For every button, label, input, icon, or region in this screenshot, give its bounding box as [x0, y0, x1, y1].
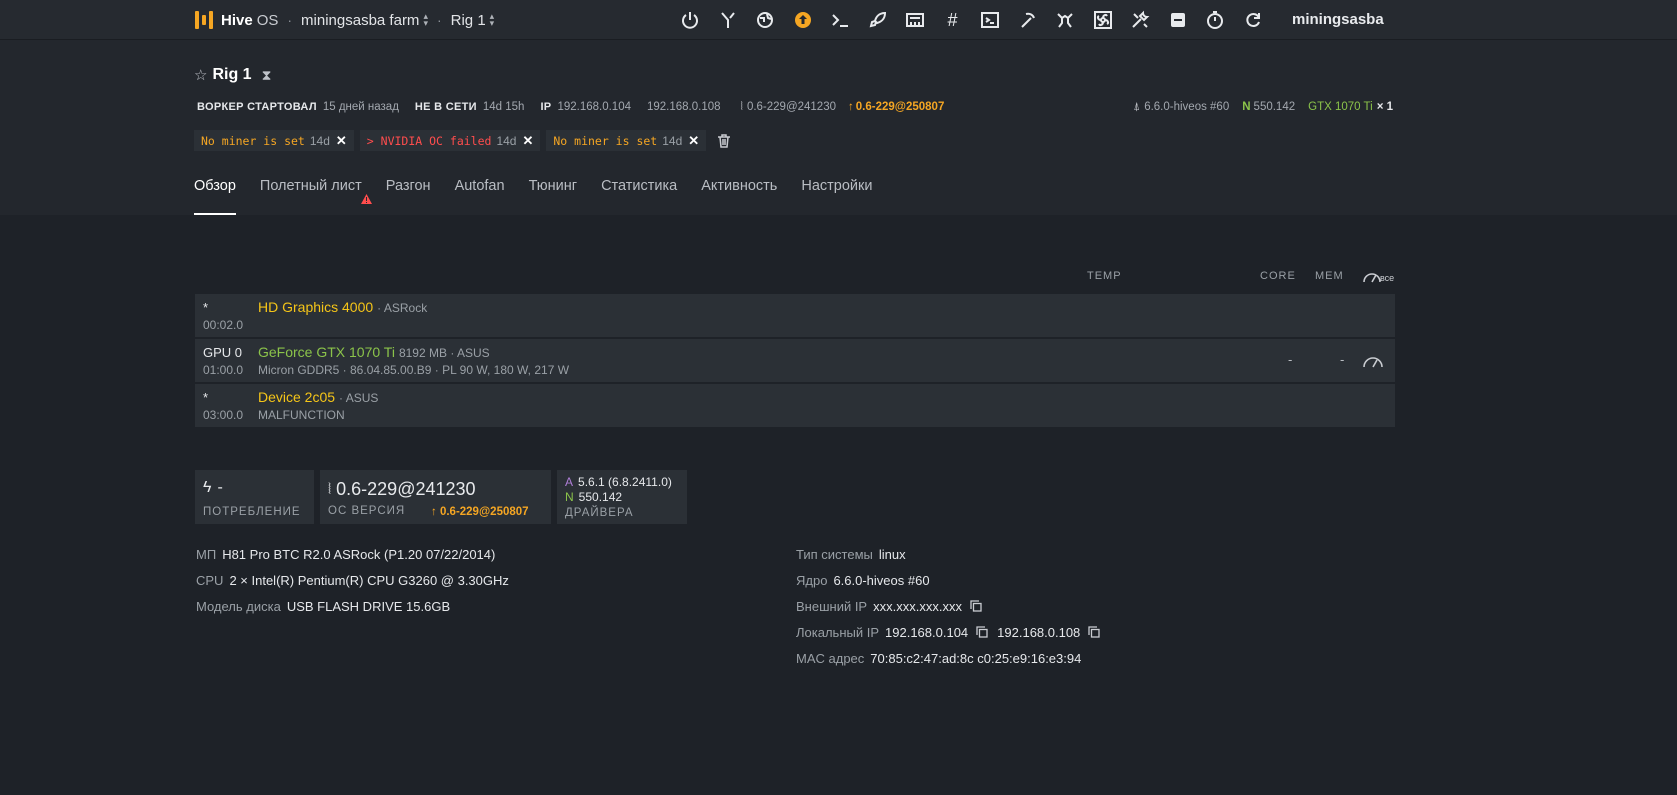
tab-bar: Обзор Полетный лист Разгон Autofan Тюнин… [194, 178, 896, 215]
worker-started-value: 15 дней назад [322, 101, 399, 113]
table-row[interactable]: * 03:00.0 Device 2c05 · ASUS MALFUNCTION [195, 384, 1395, 427]
version-icon: ⦚ [328, 481, 332, 498]
system-info: Тип системы linux Ядро 6.6.0-hiveos #60 Вн… [796, 541, 1100, 671]
version-update-link[interactable]: 0.6-229@250807 [856, 101, 945, 113]
close-icon[interactable]: ✕ [688, 133, 699, 149]
info-line: MAC адрес 70:85:c2:47:ad:8c c0:25:e9:16:e… [796, 650, 1082, 666]
version-icon: ⦚ [740, 101, 743, 113]
trash-icon[interactable] [716, 133, 732, 149]
disable-icon[interactable] [1166, 8, 1190, 32]
kernel-value: 6.6.0-hiveos #60 [1144, 101, 1230, 113]
ip-label: IP [540, 101, 552, 113]
rig-selector[interactable]: Rig 1 ▴ ▾ [451, 12, 495, 29]
offline-value: 14d 15h [482, 101, 525, 113]
overclock-all-label[interactable]: все [1380, 273, 1394, 283]
close-icon[interactable]: ✕ [336, 133, 347, 149]
updown-icon: ▴ ▾ [489, 11, 495, 28]
table-row[interactable]: * 00:02.0 HD Graphics 4000 · ASRock [195, 294, 1395, 337]
ip-value-1: 192.168.0.104 [557, 101, 631, 113]
info-line: Ядро 6.6.0-hiveos #60 [796, 572, 930, 588]
core-value: - [1288, 352, 1293, 367]
tab-statistics[interactable]: Статистика [601, 178, 677, 215]
copy-icon[interactable] [976, 626, 988, 638]
close-icon[interactable]: ✕ [522, 133, 533, 149]
star-icon[interactable]: ☆ [194, 66, 207, 84]
globe-icon[interactable] [753, 8, 777, 32]
os-version-card: ⦚ 0.6-229@241230 ОС ВЕРСИЯ ↑ 0.6-229@2508… [320, 470, 551, 524]
bolt-icon: ϟ [203, 479, 212, 496]
page-title: ☆ Rig 1 ⧗ [194, 66, 271, 84]
info-line: Локальный IP 192.168.0.104 192.168.0.108 [796, 619, 1100, 645]
tab-overview[interactable]: Обзор [194, 178, 236, 215]
updown-icon: ▴ ▾ [423, 11, 428, 28]
rig-name: Rig 1 [212, 66, 252, 83]
top-bar: Hive OS · miningsasba farm ▴ ▾ · Rig 1 ▴ ▾ #… [0, 0, 1677, 40]
gpu-count: × 1 [1376, 101, 1393, 113]
info-line: Тип системы linux [796, 546, 906, 562]
rocket-icon[interactable] [866, 8, 890, 32]
summary-cards: ϟ- ПОТРЕБЛЕНИЕ ⦚ 0.6-229@241230 ОС ВЕРСИЯ… [195, 470, 693, 524]
rig-meta: ВОРКЕР СТАРТОВАЛ 15 дней назад НЕ В СЕТИ… [197, 101, 960, 114]
nvidia-letter: N [1242, 101, 1251, 113]
terminal-icon[interactable] [978, 8, 1002, 32]
alert-list: No miner is set 14d ✕ > NVIDIA OC failed… [194, 130, 732, 151]
tab-settings[interactable]: Настройки [801, 178, 872, 215]
hash-icon[interactable]: # [941, 8, 965, 32]
worker-started-label: ВОРКЕР СТАРТОВАЛ [197, 101, 317, 113]
overclock-icon[interactable] [1362, 354, 1384, 368]
ip-value-2: 192.168.0.108 [646, 101, 721, 113]
tab-tuning[interactable]: Тюнинг [529, 178, 578, 215]
core-header: CORE [1260, 270, 1296, 282]
breadcrumb: Hive OS · miningsasba farm ▴ ▾ · Rig 1 ▴ ▾ [193, 10, 494, 30]
copy-icon[interactable] [1088, 626, 1100, 638]
linux-icon: ⍋ [1133, 101, 1141, 113]
hardware-info: МП H81 Pro BTC R2.0 ASRock (P1.20 07/22/2… [196, 541, 509, 619]
network-icon[interactable] [903, 8, 927, 32]
warning-icon [360, 192, 372, 204]
network-tree-icon[interactable]: ⧗ [262, 67, 272, 84]
info-line: CPU 2 × Intel(R) Pentium(R) CPU G3260 @ 3… [196, 572, 509, 588]
brand-name[interactable]: Hive [221, 12, 253, 29]
user-menu[interactable]: miningsasba [1292, 11, 1384, 28]
os-update-link[interactable]: ↑ 0.6-229@250807 [431, 506, 529, 518]
version-value: 0.6-229@241230 [746, 101, 836, 113]
nvidia-driver-value: 550.142 [1253, 101, 1296, 113]
rig-meta-right: ⍋ 6.6.0-hiveos #60 N 550.142 GTX 1070 Ti… [1133, 101, 1393, 114]
table-row[interactable]: GPU 0 01:00.0 GeForce GTX 1070 Ti 8192 MB… [195, 339, 1395, 382]
offline-label: НЕ В СЕТИ [414, 101, 477, 113]
hive-logo-icon[interactable] [193, 9, 215, 31]
alert-item: No miner is set 14d ✕ [194, 130, 354, 151]
mem-header: MEM [1315, 270, 1344, 282]
tools-icon[interactable] [1128, 8, 1152, 32]
power-card: ϟ- ПОТРЕБЛЕНИЕ [195, 470, 314, 524]
tab-activity[interactable]: Активность [701, 178, 777, 215]
temp-header: TEMP [1087, 270, 1122, 282]
fan-icon[interactable] [1091, 8, 1115, 32]
info-line: МП H81 Pro BTC R2.0 ASRock (P1.20 07/22/2… [196, 546, 496, 562]
tab-overclocking[interactable]: Разгон [386, 178, 431, 215]
power-icon[interactable] [678, 8, 702, 32]
brand-os[interactable]: OS [257, 12, 279, 29]
upgrade-arrow-icon: ↑ [848, 101, 854, 113]
copy-icon[interactable] [970, 600, 982, 612]
pickaxe-icon[interactable] [1016, 8, 1040, 32]
alert-item: > NVIDIA OC failed 14d ✕ [359, 130, 541, 151]
watchdog-icon[interactable] [1053, 8, 1077, 32]
info-line: Модель диска USB FLASH DRIVE 15.6GB [196, 598, 451, 614]
alert-item: No miner is set 14d ✕ [546, 130, 707, 151]
mem-value: - [1340, 352, 1345, 367]
fork-icon[interactable] [716, 8, 740, 32]
info-line: Внешний IP xxx.xxx.xxx.xxx [796, 593, 1100, 619]
gpu-model: GTX 1070 Ti [1308, 101, 1373, 113]
tab-autofan[interactable]: Autofan [455, 178, 505, 215]
upgrade-icon[interactable] [791, 8, 815, 32]
farm-selector[interactable]: miningsasba farm ▴ ▾ [301, 12, 428, 29]
gpu-table: * 00:02.0 HD Graphics 4000 · ASRock GPU 0… [195, 294, 1395, 429]
drivers-card: A 5.6.1 (6.8.2411.0) N 550.142 ДРАЙВЕРА [557, 470, 687, 524]
tab-flight-sheet[interactable]: Полетный лист [260, 178, 372, 215]
timer-icon[interactable] [1203, 8, 1227, 32]
shell-icon[interactable] [828, 8, 852, 32]
rig-toolbar: # [678, 8, 1278, 32]
refresh-icon[interactable] [1241, 8, 1265, 32]
